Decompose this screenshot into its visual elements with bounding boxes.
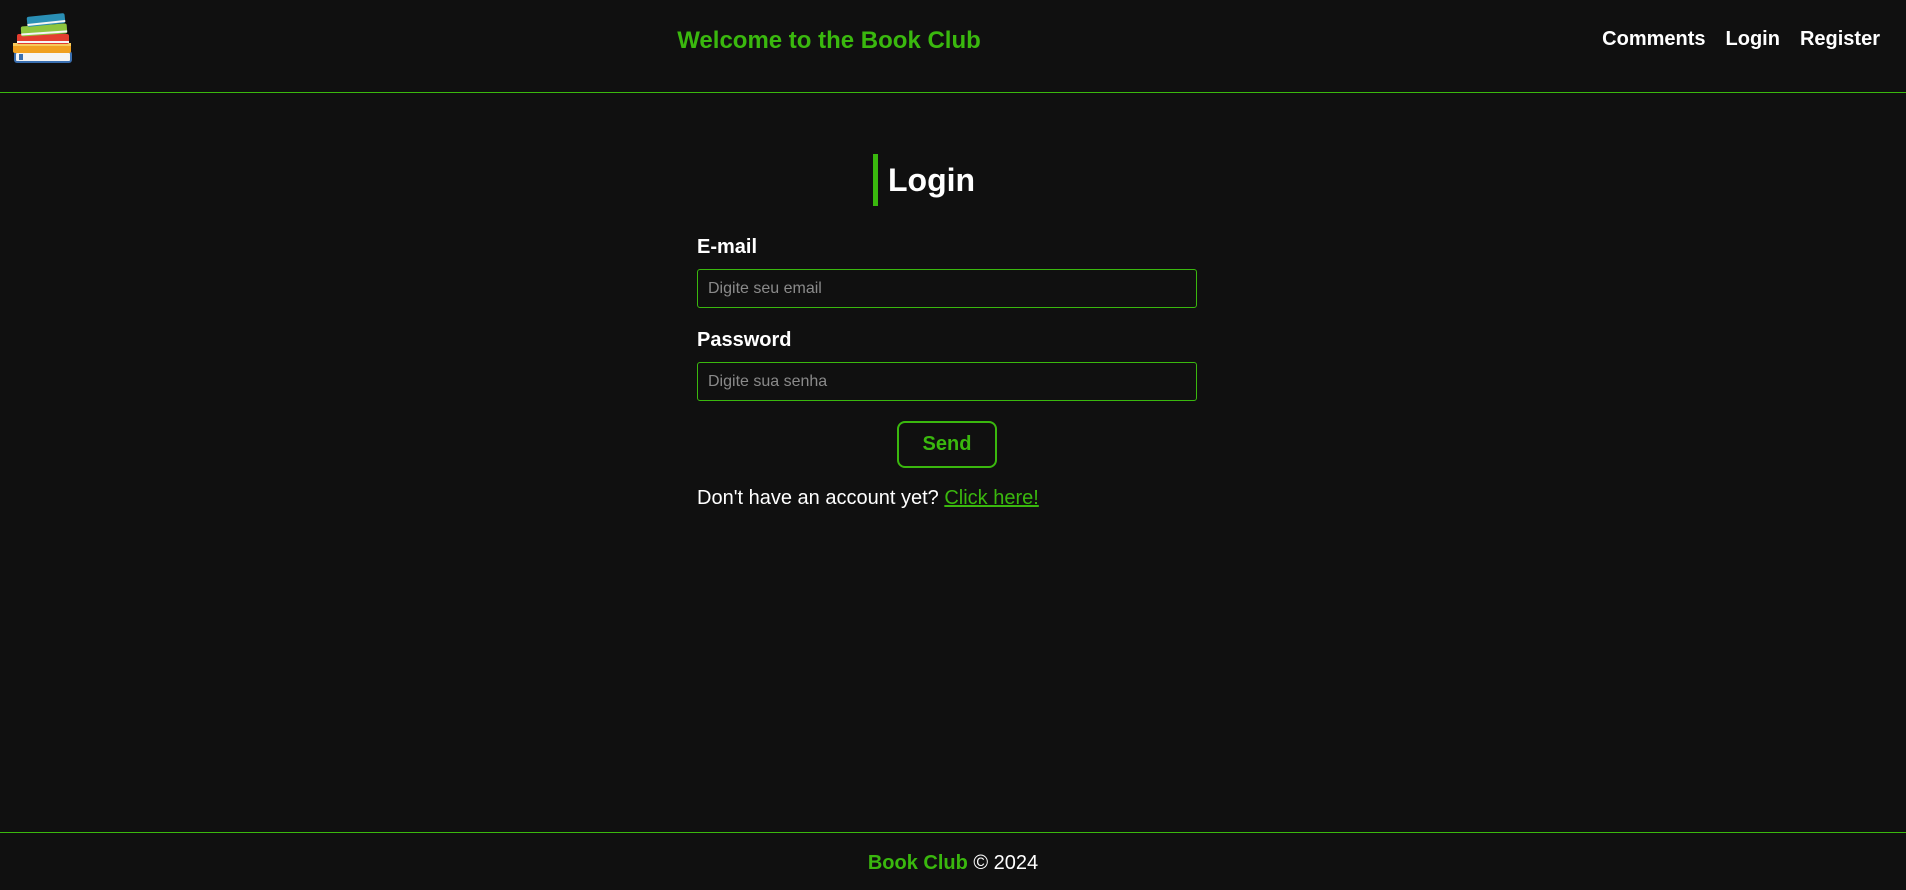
footer-copyright: © 2024 <box>973 852 1039 874</box>
send-button[interactable]: Send <box>897 421 997 468</box>
nav-register-link[interactable]: Register <box>1800 28 1880 51</box>
register-prompt: Don't have an account yet? Click here! <box>697 487 1039 510</box>
register-prompt-text: Don't have an account yet? <box>697 487 939 509</box>
password-input[interactable] <box>697 362 1197 401</box>
register-link[interactable]: Click here! <box>944 487 1038 509</box>
site-header: Welcome to the Book Club Comments Login … <box>0 0 1906 93</box>
main-nav: Comments Login Register <box>1602 28 1880 51</box>
footer-brand: Book Club <box>867 852 968 874</box>
nav-login-link[interactable]: Login <box>1726 28 1780 51</box>
site-footer: Book Club © 2024 <box>0 832 1906 890</box>
site-title: Welcome to the Book Club <box>677 27 981 54</box>
page: Welcome to the Book Club Comments Login … <box>0 0 1906 890</box>
login-heading: Login <box>873 154 975 206</box>
password-label: Password <box>697 329 792 351</box>
nav-comments-link[interactable]: Comments <box>1602 28 1705 51</box>
email-label: E-mail <box>697 236 758 258</box>
email-input[interactable] <box>697 269 1197 308</box>
